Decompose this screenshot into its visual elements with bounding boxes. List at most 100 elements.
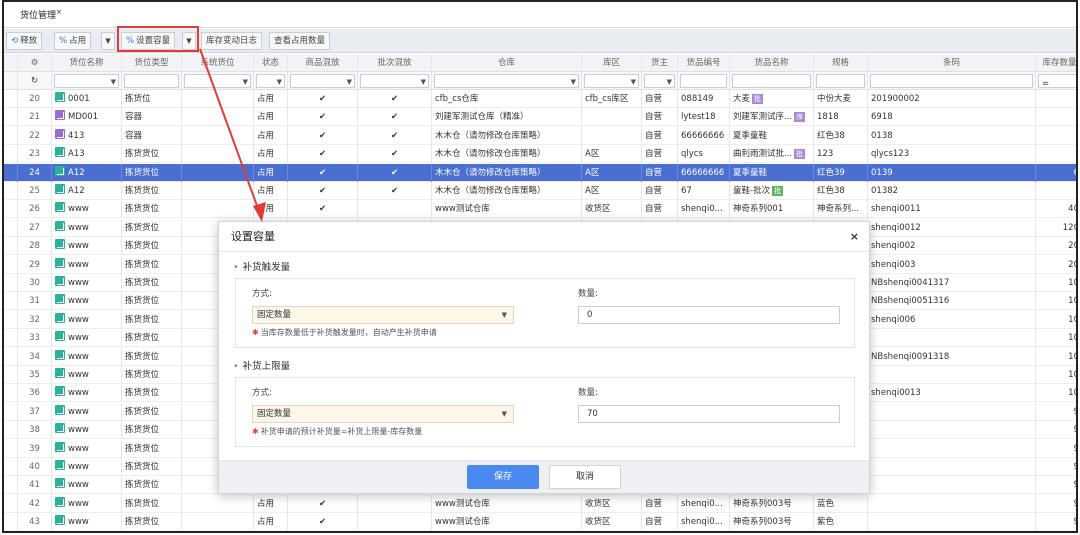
- row-checkbox[interactable]: [4, 163, 18, 182]
- limit-qty-input[interactable]: 70: [578, 405, 840, 423]
- row-checkbox[interactable]: [4, 494, 18, 513]
- filter-input[interactable]: ▼: [584, 74, 639, 88]
- filter-input[interactable]: ▼: [644, 74, 675, 88]
- location-name: A12: [52, 182, 122, 200]
- settings-icon: ⚙: [18, 54, 52, 72]
- cancel-button[interactable]: 取消: [549, 465, 621, 489]
- row-checkbox[interactable]: [4, 439, 18, 458]
- row-checkbox[interactable]: [4, 200, 18, 219]
- filter-input[interactable]: ▼: [256, 74, 285, 88]
- filter-input[interactable]: [732, 74, 811, 88]
- filter-input[interactable]: [124, 74, 179, 88]
- table-row[interactable]: 24 A12 拣货货位 占用 ✔ ✔ 木木仓（请勿修改仓库策略） A区 自营 66666666 夏季…: [4, 163, 1076, 182]
- row-checkbox[interactable]: [4, 310, 18, 329]
- filter-input[interactable]: [870, 74, 1033, 88]
- row-checkbox[interactable]: [4, 458, 18, 476]
- row-checkbox[interactable]: [4, 476, 18, 495]
- spec: 红色38: [814, 182, 868, 200]
- bullet-icon: •: [233, 361, 239, 372]
- location-name: www: [52, 218, 122, 237]
- barcode: [868, 329, 1036, 348]
- table-row[interactable]: 42 www 拣货货位 占用 ✔ www测试仓库 收货区 自营 shenqi0... 神奇系列00…: [4, 494, 1076, 513]
- filter-input[interactable]: ▼: [54, 74, 119, 88]
- row-checkbox[interactable]: [4, 145, 18, 164]
- table-row[interactable]: 43 www 拣货货位 占用 ✔ www测试仓库 收货区 自营 shenqi0... 神奇系列00…: [4, 513, 1076, 531]
- goods-name: 神奇系列001: [730, 200, 814, 219]
- view-occupy-button[interactable]: 查看占用数量: [269, 32, 331, 50]
- table-row[interactable]: 25 A12 拣货货位 占用 ✔ ✔ 木木仓（请勿修改仓库策略） A区 自营 67 童鞋-批次批红色…: [4, 182, 1076, 200]
- filter-input[interactable]: =: [1038, 74, 1076, 89]
- tab-location-management[interactable]: 货位管理×: [20, 8, 62, 21]
- location-type: 拣货货位: [122, 163, 182, 182]
- section-trigger-panel: 方式: 固定数量 ▼ ✱ 当库存数量低于补货触发量时，自动产生补货申请 数量: 0: [235, 278, 855, 348]
- save-button[interactable]: 保存: [467, 465, 539, 489]
- stock-qty: 6: [1036, 164, 1076, 182]
- row-checkbox[interactable]: [4, 402, 18, 421]
- table-row[interactable]: 22 413 容器 占用 ✔ ✔ 木木仓（请勿修改仓库策略） 自营 66666666 夏季童鞋 红色…: [4, 126, 1076, 145]
- tab-close-icon[interactable]: ×: [56, 8, 62, 16]
- row-checkbox[interactable]: [4, 347, 18, 366]
- row-checkbox[interactable]: [4, 274, 18, 292]
- filter-input[interactable]: ▼: [360, 74, 429, 88]
- chevron-down-icon: ▼: [420, 78, 426, 86]
- location-icon: [55, 128, 65, 139]
- header-spacer: [4, 54, 18, 72]
- occupy-dropdown-icon[interactable]: ▼: [101, 32, 115, 50]
- stock-log-button[interactable]: 库存变动日志: [201, 32, 263, 50]
- filter-input[interactable]: ▼: [290, 74, 355, 88]
- table-row[interactable]: 23 A13 拣货货位 占用 ✔ ✔ 木木仓（请勿修改仓库策略） A区 自营 qlycs 曲利雨测试…: [4, 145, 1076, 164]
- row-checkbox[interactable]: [4, 218, 18, 237]
- row-checkbox[interactable]: [4, 255, 18, 274]
- zone: A区: [582, 163, 642, 182]
- row-checkbox[interactable]: [4, 513, 18, 531]
- filter-input[interactable]: [816, 74, 865, 88]
- stock-qty: 10: [1036, 384, 1076, 402]
- batch-mix: ✔: [358, 145, 432, 164]
- row-checkbox[interactable]: [4, 329, 18, 348]
- bullet-icon: •: [233, 262, 239, 273]
- row-checkbox[interactable]: [4, 421, 18, 440]
- row-checkbox[interactable]: [4, 292, 18, 311]
- filter-cell: [868, 72, 1036, 90]
- filter-input[interactable]: [680, 74, 727, 88]
- barcode: 01382: [868, 182, 1036, 200]
- release-button[interactable]: ⟲ 释放: [6, 32, 43, 50]
- row-number: 29: [18, 255, 52, 274]
- row-checkbox[interactable]: [4, 90, 18, 108]
- goods-mix: ✔: [288, 108, 358, 127]
- spec: 红色38: [814, 126, 868, 145]
- location-icon: [55, 460, 65, 470]
- row-checkbox[interactable]: [4, 182, 18, 200]
- trigger-method-select[interactable]: 固定数量 ▼: [252, 306, 514, 324]
- column-header: 货位名称: [52, 54, 122, 72]
- goods-tag-badge: 序: [794, 112, 806, 123]
- location-type: 容器: [122, 108, 182, 127]
- table-row[interactable]: 26 www 拣货货位 占用 ✔ www测试仓库 收货区 自营 shenqi0... 神奇系列00…: [4, 200, 1076, 219]
- row-checkbox[interactable]: [4, 126, 18, 145]
- filter-input[interactable]: ▼: [184, 74, 251, 88]
- table-row[interactable]: 20 0001 拣货位 占用 ✔ ✔ cfb_cs仓库 cfb_cs库区 自营 088149 大麦批…: [4, 90, 1076, 108]
- barcode: [868, 366, 1036, 384]
- stock-qty: 9: [1036, 513, 1076, 531]
- location-icon: [55, 423, 65, 434]
- location-icon: [55, 147, 65, 158]
- close-icon[interactable]: ×: [850, 222, 859, 252]
- row-checkbox[interactable]: [4, 384, 18, 403]
- row-checkbox[interactable]: [4, 237, 18, 256]
- row-checkbox[interactable]: [4, 366, 18, 384]
- location-icon: [55, 202, 65, 213]
- column-header: 货主: [642, 54, 678, 72]
- table-row[interactable]: 21 MD001 容器 占用 ✔ ✔ 刘建军测试仓库（精准） 自营 lytest18 刘建军测试序…: [4, 108, 1076, 127]
- location-name: www: [52, 292, 122, 311]
- occupy-button[interactable]: % 占用: [54, 32, 92, 50]
- location-name: www: [52, 366, 122, 384]
- goods-code: shenqi0...: [678, 513, 730, 531]
- filter-cell: ▼: [52, 72, 122, 90]
- goods-mix: ✔: [288, 494, 358, 513]
- filter-input[interactable]: ▼: [434, 74, 579, 88]
- row-checkbox[interactable]: [4, 108, 18, 127]
- stock-qty: 120: [1036, 219, 1076, 237]
- limit-method-select[interactable]: 固定数量 ▼: [252, 405, 514, 423]
- trigger-qty-input[interactable]: 0: [578, 306, 840, 324]
- chevron-down-icon: ▼: [501, 410, 507, 418]
